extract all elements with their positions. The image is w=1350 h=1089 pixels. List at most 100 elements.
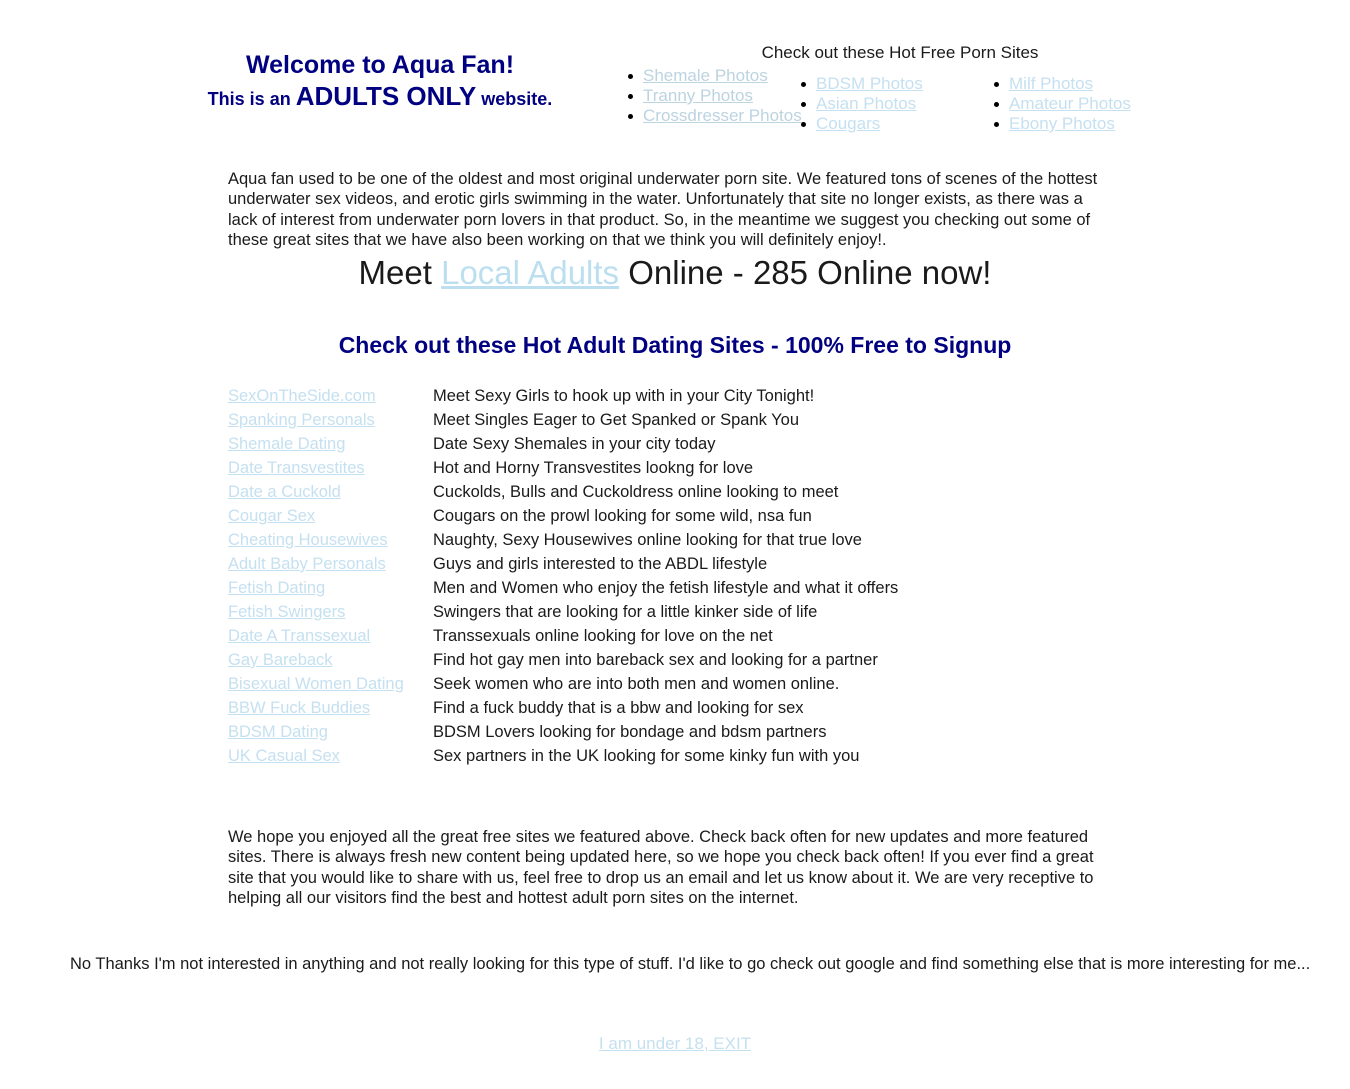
table-cell-site[interactable]: Shemale Dating (228, 432, 433, 456)
no-thanks-text: No Thanks I'm not interested in anything… (70, 955, 1311, 973)
link-dating-site[interactable]: Gay Bareback (228, 651, 333, 669)
link-asian-photos[interactable]: Asian Photos (816, 94, 916, 113)
link-dating-site[interactable]: Cheating Housewives (228, 531, 388, 549)
welcome-block: Welcome to Aqua Fan! This is an ADULTS O… (175, 50, 585, 113)
table-row: Bisexual Women Dating Seek women who are… (228, 672, 898, 696)
link-dating-site[interactable]: SexOnTheSide.com (228, 387, 376, 405)
table-cell-description: Date Sexy Shemales in your city today (433, 435, 716, 453)
table-cell-description: Cuckolds, Bulls and Cuckoldress online l… (433, 483, 839, 501)
table-cell-description: Men and Women who enjoy the fetish lifes… (433, 579, 899, 597)
table-row: Date A Transsexual Transsexuals online l… (228, 624, 898, 648)
table-cell-site[interactable]: Date A Transsexual (228, 624, 433, 648)
table-cell-site[interactable]: Spanking Personals (228, 408, 433, 432)
meet-prefix: Meet (358, 254, 442, 291)
link-cougars[interactable]: Cougars (816, 114, 880, 133)
link-ebony-photos[interactable]: Ebony Photos (1009, 114, 1115, 133)
link-dating-site[interactable]: Cougar Sex (228, 507, 315, 525)
table-row: Shemale Dating Date Sexy Shemales in you… (228, 432, 898, 456)
adults-only-suffix: website. (476, 89, 553, 109)
list-item[interactable]: BDSM Photos (799, 74, 923, 94)
link-milf-photos[interactable]: Milf Photos (1009, 74, 1093, 93)
list-item[interactable]: Amateur Photos (992, 94, 1131, 114)
table-cell-site[interactable]: Fetish Dating (228, 576, 433, 600)
list-item[interactable]: Asian Photos (799, 94, 923, 114)
table-row: UK Casual Sex Sex partners in the UK loo… (228, 744, 898, 768)
table-cell-site[interactable]: BDSM Dating (228, 720, 433, 744)
table-cell-description: Hot and Horny Transvestites lookng for l… (433, 459, 754, 477)
link-dating-site[interactable]: Date a Cuckold (228, 483, 341, 501)
link-dating-site[interactable]: Date A Transsexual (228, 627, 370, 645)
link-exit-under-18[interactable]: I am under 18, EXIT (599, 1034, 751, 1053)
table-cell-description: Find a fuck buddy that is a bbw and look… (433, 699, 804, 717)
table-row: Fetish Dating Men and Women who enjoy th… (228, 576, 898, 600)
list-item[interactable]: Shemale Photos (626, 66, 802, 86)
link-dating-site[interactable]: Fetish Dating (228, 579, 325, 597)
table-cell-site[interactable]: Date Transvestites (228, 456, 433, 480)
table-row: Cougar Sex Cougars on the prowl looking … (228, 504, 898, 528)
porn-sites-list-column-3: Milf Photos Amateur Photos Ebony Photos (992, 74, 1131, 134)
table-row: BDSM Dating BDSM Lovers looking for bond… (228, 720, 898, 744)
link-tranny-photos[interactable]: Tranny Photos (643, 86, 753, 105)
exit-line: I am under 18, EXIT (0, 1034, 1350, 1054)
link-dating-site[interactable]: BBW Fuck Buddies (228, 699, 370, 717)
page-title: Welcome to Aqua Fan! (245, 51, 515, 79)
table-cell-site[interactable]: Gay Bareback (228, 648, 433, 672)
list-item[interactable]: Tranny Photos (626, 86, 802, 106)
link-dating-site[interactable]: Bisexual Women Dating (228, 675, 404, 693)
porn-sites-list-column-1: Shemale Photos Tranny Photos Crossdresse… (626, 66, 802, 126)
table-cell-site[interactable]: SexOnTheSide.com (228, 384, 433, 408)
table-cell-site[interactable]: Adult Baby Personals (228, 552, 433, 576)
table-cell-description: Sex partners in the UK looking for some … (433, 747, 860, 765)
table-row: Date a Cuckold Cuckolds, Bulls and Cucko… (228, 480, 898, 504)
table-row: Fetish Swingers Swingers that are lookin… (228, 600, 898, 624)
link-dating-site[interactable]: UK Casual Sex (228, 747, 340, 765)
table-row: Gay Bareback Find hot gay men into bareb… (228, 648, 898, 672)
dating-sites-heading: Check out these Hot Adult Dating Sites -… (338, 332, 1012, 358)
table-cell-description: Seek women who are into both men and wom… (433, 675, 840, 693)
link-dating-site[interactable]: Shemale Dating (228, 435, 345, 453)
table-cell-description: Meet Singles Eager to Get Spanked or Spa… (433, 411, 799, 429)
link-bdsm-photos[interactable]: BDSM Photos (816, 74, 923, 93)
adults-only-prefix: This is an (207, 89, 296, 109)
table-cell-description: Find hot gay men into bareback sex and l… (433, 651, 878, 669)
table-row: Date Transvestites Hot and Horny Transve… (228, 456, 898, 480)
table-row: Cheating Housewives Naughty, Sexy Housew… (228, 528, 898, 552)
link-dating-site[interactable]: Fetish Swingers (228, 603, 345, 621)
adults-only-notice: This is an ADULTS ONLY website. (175, 82, 585, 113)
link-dating-site[interactable]: Adult Baby Personals (228, 555, 386, 573)
table-cell-site[interactable]: BBW Fuck Buddies (228, 696, 433, 720)
free-porn-sites-heading: Check out these Hot Free Porn Sites (761, 43, 1039, 62)
table-cell-site[interactable]: Date a Cuckold (228, 480, 433, 504)
table-cell-description: Cougars on the prowl looking for some wi… (433, 507, 812, 525)
list-item[interactable]: Ebony Photos (992, 114, 1131, 134)
link-dating-site[interactable]: Spanking Personals (228, 411, 375, 429)
list-item[interactable]: Crossdresser Photos (626, 106, 802, 126)
table-cell-description: Swingers that are looking for a little k… (433, 603, 818, 621)
table-cell-site[interactable]: Fetish Swingers (228, 600, 433, 624)
table-cell-description: Naughty, Sexy Housewives online looking … (433, 531, 862, 549)
intro-paragraph: Aqua fan used to be one of the oldest an… (228, 169, 1098, 250)
link-crossdresser-photos[interactable]: Crossdresser Photos (643, 106, 802, 125)
table-cell-site[interactable]: Cheating Housewives (228, 528, 433, 552)
link-dating-site[interactable]: Date Transvestites (228, 459, 365, 477)
link-amateur-photos[interactable]: Amateur Photos (1009, 94, 1131, 113)
table-cell-site[interactable]: UK Casual Sex (228, 744, 433, 768)
header-area: Welcome to Aqua Fan! This is an ADULTS O… (0, 0, 1350, 140)
table-cell-description: Transsexuals online looking for love on … (433, 627, 773, 645)
table-cell-site[interactable]: Bisexual Women Dating (228, 672, 433, 696)
link-shemale-photos[interactable]: Shemale Photos (643, 66, 768, 85)
porn-sites-list-column-2: BDSM Photos Asian Photos Cougars (799, 74, 923, 134)
meet-local-adults-heading: Meet Local Adults Online - 285 Online no… (0, 253, 1350, 293)
link-dating-site[interactable]: BDSM Dating (228, 723, 328, 741)
table-row: Adult Baby Personals Guys and girls inte… (228, 552, 898, 576)
list-item[interactable]: Milf Photos (992, 74, 1131, 94)
meet-suffix: Online - 285 Online now! (619, 254, 992, 291)
outro-paragraph: We hope you enjoyed all the great free s… (228, 827, 1094, 908)
table-cell-site[interactable]: Cougar Sex (228, 504, 433, 528)
table-row: BBW Fuck Buddies Find a fuck buddy that … (228, 696, 898, 720)
table-cell-description: Guys and girls interested to the ABDL li… (433, 555, 768, 573)
dating-sites-table: SexOnTheSide.com Meet Sexy Girls to hook… (228, 384, 898, 768)
link-local-adults[interactable]: Local Adults (441, 254, 619, 291)
list-item[interactable]: Cougars (799, 114, 923, 134)
table-cell-description: BDSM Lovers looking for bondage and bdsm… (433, 723, 827, 741)
